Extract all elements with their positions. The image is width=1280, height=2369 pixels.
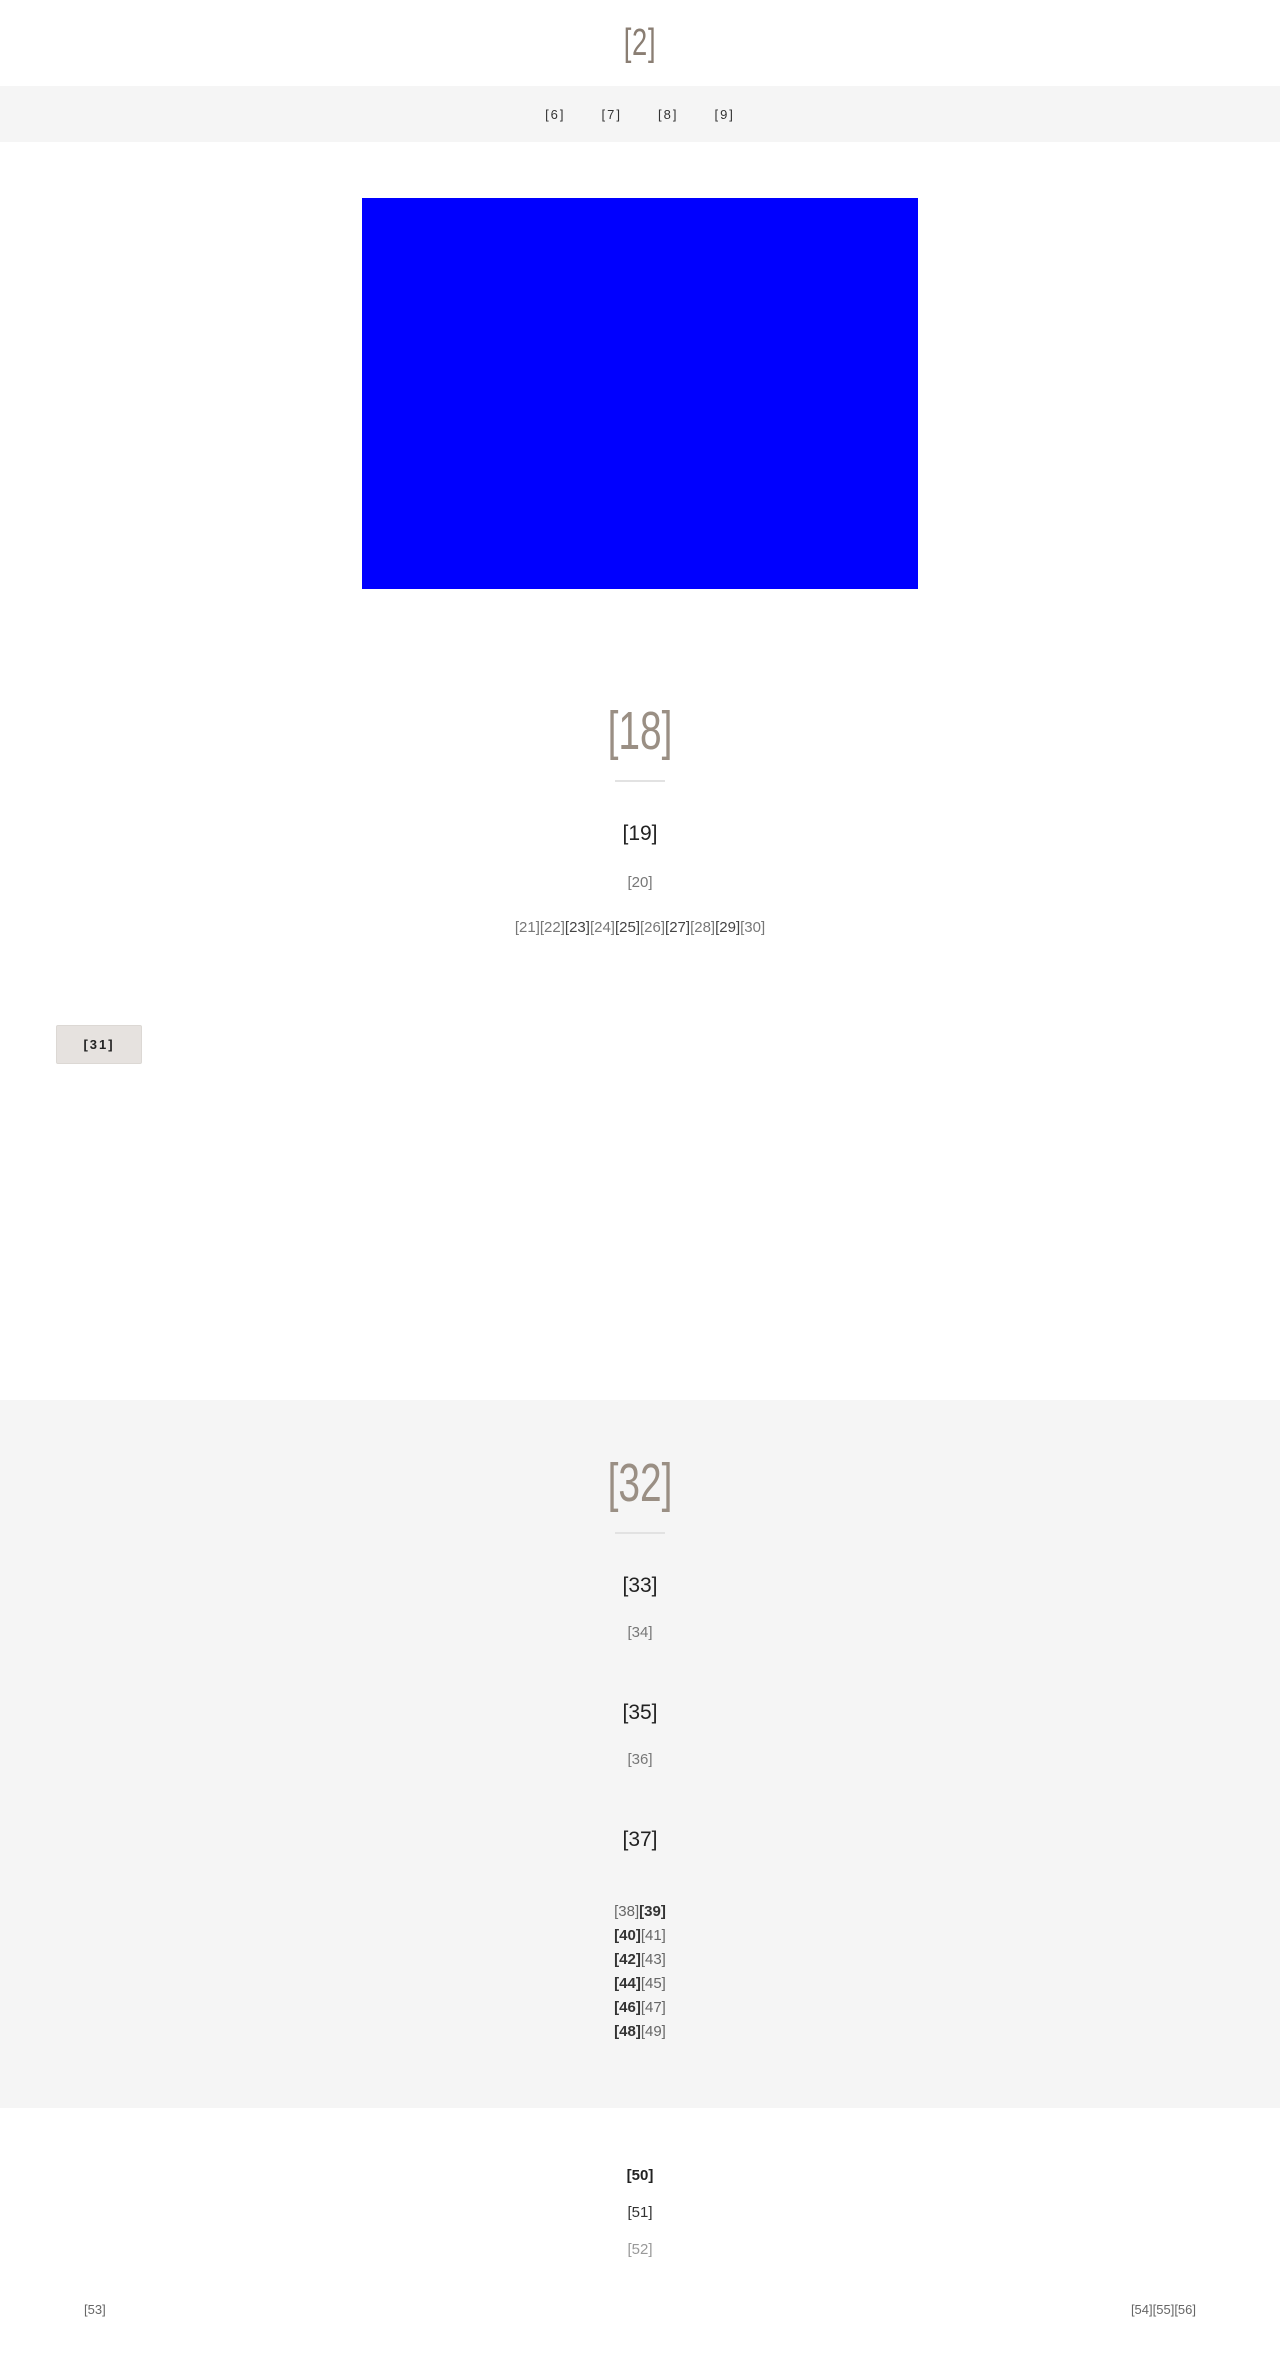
tag-link[interactable]: [29] xyxy=(715,919,740,936)
tag-link[interactable]: [24] xyxy=(590,919,615,936)
site-title[interactable]: [2] xyxy=(179,0,1101,86)
hours-time: [47] xyxy=(640,1999,666,2016)
hours-time: [45] xyxy=(640,1975,666,1992)
nav-item-2[interactable]: [7] xyxy=(584,107,640,122)
about-tags: [21][22][23][24][25][26][27][28][29][30] xyxy=(0,919,1280,936)
hours-row: [40][41] xyxy=(0,1924,1280,1948)
hours-time: [41] xyxy=(640,1927,666,1944)
footer-line-1: [50] xyxy=(626,2167,654,2184)
contact-heading-3: [37] xyxy=(622,1828,658,1851)
hours-day: [46] xyxy=(614,1999,641,2016)
contact-heading-2: [35] xyxy=(622,1701,658,1724)
about-meta: [20] xyxy=(627,874,653,891)
hours-row: [44][45] xyxy=(0,1972,1280,1996)
hours-time: [43] xyxy=(640,1951,666,1968)
contact-section: [32] [33] [34] [35] [36] [37] [38][39] [… xyxy=(0,1400,1280,2108)
read-more-button[interactable]: [31] xyxy=(56,1025,142,1064)
site-header: [2] [6] [7] [8] [9] xyxy=(0,0,1280,142)
footer-line-3[interactable]: [52] xyxy=(0,2241,1280,2258)
footer-link[interactable]: [54] xyxy=(1131,2302,1153,2317)
contact-text-1: [34] xyxy=(627,1624,653,1641)
tag-link[interactable]: [25] xyxy=(615,919,640,936)
hours-day: [48] xyxy=(614,2023,641,2040)
about-section: [18] [19] [20] [21][22][23][24][25][26][… xyxy=(0,700,1280,936)
hours-day: [42] xyxy=(614,1951,641,1968)
tag-link[interactable]: [21] xyxy=(515,919,540,936)
tag-link[interactable]: [26] xyxy=(640,919,665,936)
hours-row: [42][43] xyxy=(0,1948,1280,1972)
main-nav: [6] [7] [8] [9] xyxy=(0,86,1280,142)
hours-list: [38][39] [40][41] [42][43] [44][45] [46]… xyxy=(0,1900,1280,2044)
contact-text-2: [36] xyxy=(627,1751,653,1768)
hours-time: [39] xyxy=(639,1903,666,1920)
hours-row: [48][49] xyxy=(0,2020,1280,2044)
footer-line-2[interactable]: [51] xyxy=(0,2204,1280,2221)
footer-link[interactable]: [56] xyxy=(1174,2302,1196,2317)
hours-day: [44] xyxy=(614,1975,641,1992)
hours-row: [46][47] xyxy=(0,1996,1280,2020)
tag-link[interactable]: [22] xyxy=(540,919,565,936)
hours-row: [38][39] xyxy=(0,1900,1280,1924)
contact-title: [32] xyxy=(607,1453,673,1513)
tag-link[interactable]: [23] xyxy=(565,919,590,936)
nav-item-3[interactable]: [8] xyxy=(640,107,696,122)
tag-link[interactable]: [27] xyxy=(665,919,690,936)
hero-section xyxy=(0,142,1280,642)
footer-left-text: [53] xyxy=(84,2302,106,2317)
footer-right-links: [54][55][56] xyxy=(1131,2302,1196,2317)
hero-image xyxy=(362,198,918,589)
footer-link[interactable]: [55] xyxy=(1153,2302,1175,2317)
tag-link[interactable]: [28] xyxy=(690,919,715,936)
about-title: [18] xyxy=(607,701,673,761)
nav-item-1[interactable]: [6] xyxy=(527,107,583,122)
hours-day: [40] xyxy=(614,1927,641,1944)
hours-day: [38] xyxy=(614,1903,640,1920)
about-subhead: [19] xyxy=(622,822,658,845)
site-footer: [50] [51] [52] [53] [54][55][56] xyxy=(0,2108,1280,2369)
contact-divider xyxy=(615,1532,665,1534)
nav-item-4[interactable]: [9] xyxy=(696,107,752,122)
contact-heading-1: [33] xyxy=(622,1574,658,1597)
tag-link[interactable]: [30] xyxy=(740,919,765,936)
about-divider xyxy=(615,780,665,782)
hours-time: [49] xyxy=(640,2023,666,2040)
